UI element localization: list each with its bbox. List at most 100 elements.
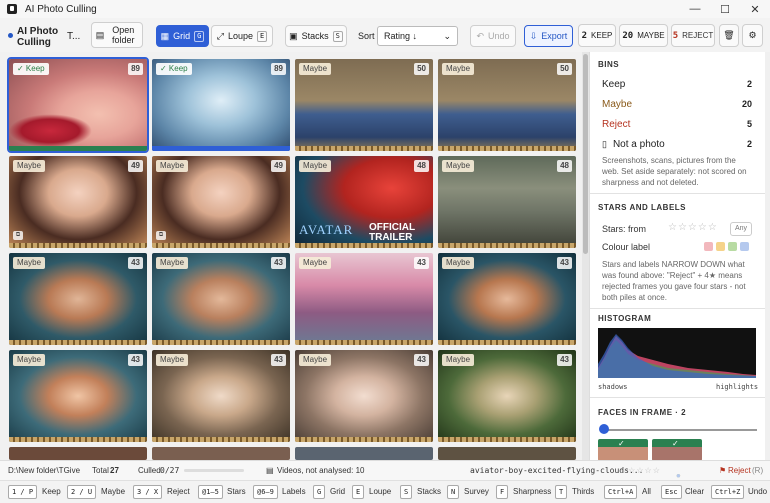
brand: AI Photo Culling T... [5, 23, 87, 49]
sort-value: Rating ↓ [384, 31, 418, 41]
thumbnail[interactable]: Maybe 48 [438, 156, 576, 248]
culled-count: 0/27 [160, 466, 180, 475]
maximize-icon[interactable]: ☐ [710, 0, 740, 18]
face-thumbnail[interactable]: ✓ [652, 439, 702, 460]
total-count: 27 [110, 466, 119, 475]
shortcut-key: T [555, 485, 568, 499]
thumbnail[interactable]: Maybe 50 [295, 59, 433, 151]
bin-not-a-photo[interactable]: ▯ Not a photo 2 [602, 136, 752, 152]
window-controls: — ☐ ✕ [680, 0, 770, 18]
shortcut-key: @1–5 [198, 485, 223, 499]
shortcut-label: Thirds [572, 487, 595, 496]
blue-label-swatch[interactable] [740, 242, 749, 251]
bin-label: Not a photo [612, 138, 665, 150]
scrollbar-thumb[interactable] [583, 54, 588, 254]
faces-heading: FACES IN FRAME · 2 [598, 408, 687, 417]
star-rating-filter[interactable]: ☆☆☆☆☆ [668, 222, 718, 233]
shortcut-bar: 1 / P Keep 2 / U Maybe 3 / X Reject @1–5… [0, 480, 770, 503]
open-folder-button[interactable]: ▤ Open folder [91, 22, 143, 48]
grid-label: Grid [173, 31, 191, 41]
shortcut-label: Stacks [417, 487, 442, 496]
thumbnail[interactable]: Maybe 49 ⧉ [9, 156, 147, 248]
sidebar-scrollbar[interactable] [765, 52, 770, 460]
thumbnail[interactable]: ✓ Keep 89 [152, 59, 290, 151]
thumbnail[interactable] [9, 447, 147, 460]
settings-button[interactable]: ⚙ [742, 24, 763, 47]
folder-path: D:\New folder\TGive [8, 466, 81, 475]
sidebar: BINS Keep 2 Maybe 20 Reject 5 ▯ Not a pho… [589, 52, 770, 460]
undo-label: Undo [488, 31, 510, 41]
stacks-label: Stacks [301, 31, 329, 41]
faces-slider-knob[interactable] [599, 424, 609, 434]
maybe-count-button[interactable]: 20 MAYBE [619, 24, 668, 47]
bin-tag: Maybe [299, 354, 332, 366]
stacks-button[interactable]: ▣ Stacks S [285, 25, 347, 47]
bin-keep[interactable]: Keep 2 [602, 76, 752, 92]
keep-count-button[interactable]: 2 KEEP [578, 24, 616, 47]
bin-tag: Maybe [442, 257, 475, 269]
thumbnail[interactable]: Maybe 43 [9, 253, 147, 345]
shortcut-key: @6–9 [253, 485, 278, 499]
score-badge: 43 [128, 257, 143, 269]
shortcut-key: Ctrl+Z [711, 485, 745, 499]
keep-count-label: KEEP [591, 31, 613, 40]
shortcut-key: G [313, 485, 326, 499]
app-icon [7, 4, 17, 14]
grid-scrollbar[interactable] [582, 52, 589, 460]
reject-count-label: REJECT [682, 31, 714, 40]
thumbnail[interactable] [438, 447, 576, 460]
any-stars-button[interactable]: Any [730, 222, 752, 236]
thumbnail[interactable]: Maybe 43 [438, 350, 576, 442]
thumbnail[interactable]: Maybe 50 [438, 59, 576, 151]
check-icon: ✓ [618, 439, 625, 448]
bin-maybe[interactable]: Maybe 20 [602, 96, 752, 112]
total-label: Total [92, 466, 109, 475]
bin-reject[interactable]: Reject 5 [602, 116, 752, 132]
shortcut-label: Clear [685, 487, 705, 496]
score-badge: 43 [557, 257, 572, 269]
thumbnail[interactable]: Maybe 43 [438, 253, 576, 345]
loupe-view-button[interactable]: ⤢ Loupe E [211, 25, 273, 47]
thumbnail[interactable] [295, 447, 433, 460]
film-strip [295, 146, 433, 151]
check-icon: ✓ [672, 439, 679, 448]
undo-button[interactable]: ↶ Undo [470, 25, 516, 47]
trash-icon: 🗑 [723, 30, 735, 40]
thumbnail[interactable] [152, 447, 290, 460]
video-icon: ▤ [266, 466, 274, 475]
trash-button[interactable]: 🗑 [719, 24, 739, 47]
poster-title: AVATAR [299, 222, 354, 237]
current-stars[interactable]: ☆☆☆☆☆ [620, 466, 661, 475]
thumbnail[interactable]: Maybe 43 [295, 350, 433, 442]
thumbnail[interactable]: ✓ Keep 89 [7, 57, 149, 153]
thumbnail[interactable]: Maybe 43 [9, 350, 147, 442]
thumbnail[interactable]: Maybe 43 [152, 350, 290, 442]
green-label-swatch[interactable] [728, 242, 737, 251]
thumbnail[interactable]: AVATAR OFFICIAL TRAILER Maybe 48 [295, 156, 433, 248]
culled-progress [184, 469, 244, 472]
film-strip [9, 437, 147, 442]
bin-tag: Maybe [13, 160, 46, 172]
yellow-label-swatch[interactable] [716, 242, 725, 251]
export-button[interactable]: ⇩ Export [524, 25, 573, 47]
minimize-icon[interactable]: — [680, 0, 710, 18]
red-label-swatch[interactable] [704, 242, 713, 251]
bin-tag: Maybe [299, 257, 332, 269]
bin-tag: ✓ Keep [156, 63, 192, 75]
chevron-down-icon: ⌄ [443, 31, 451, 41]
thumbnail[interactable]: Maybe 43 [295, 253, 433, 345]
score-badge: 89 [271, 63, 286, 75]
close-icon[interactable]: ✕ [740, 0, 770, 18]
film-strip [152, 243, 290, 248]
brand-more[interactable]: T... [67, 31, 80, 42]
thumbnail[interactable]: Maybe 49 ⧉ [152, 156, 290, 248]
reject-count-button[interactable]: 5 REJECT [671, 24, 715, 47]
sort-select[interactable]: Rating ↓ ⌄ [377, 26, 458, 46]
faces-slider-track[interactable] [602, 429, 757, 431]
videos-note: Videos, not analysed: 10 [277, 466, 365, 475]
poster-subtitle: OFFICIAL TRAILER [369, 222, 415, 243]
stacks-icon: ▣ [289, 30, 298, 41]
face-thumbnail[interactable]: ✓ [598, 439, 648, 460]
thumbnail[interactable]: Maybe 43 [152, 253, 290, 345]
grid-view-button[interactable]: ▦ Grid G [156, 25, 209, 47]
